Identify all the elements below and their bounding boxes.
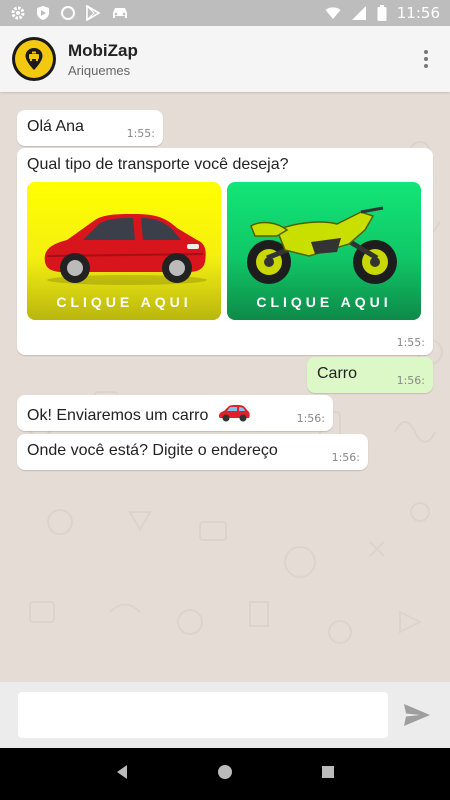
status-system: 11:56 [325,4,440,22]
battery-icon [377,5,387,21]
wifi-icon [325,5,341,21]
chat-area[interactable]: Olá Ana 1:55: Qual tipo de transporte vo… [0,92,450,682]
message-time: 1:55: [396,336,425,349]
incoming-message[interactable]: Onde você está? Digite o endereço 1:56: [17,434,368,470]
message-time: 1:56: [331,451,360,464]
incoming-message-with-options[interactable]: Qual tipo de transporte você deseja? CLI… [17,148,433,355]
message-text: Qual tipo de transporte você deseja? [27,156,289,173]
car-icon [217,403,251,428]
home-icon[interactable] [217,764,233,785]
motorcycle-icon [247,206,397,284]
chat-title: MobiZap [68,40,138,60]
send-icon[interactable] [402,700,432,730]
message-time: 1:56: [296,412,325,425]
message-text: Carro [317,365,358,382]
message-text: Onde você está? Digite o endereço [27,442,278,459]
card-label: CLIQUE AQUI [256,294,392,310]
car-option-card[interactable]: CLIQUE AQUI [27,182,221,320]
status-time: 11:56 [396,4,440,22]
shield-icon [35,5,51,21]
taxi-logo-icon [15,40,53,78]
message-composer [0,682,450,748]
red-car-icon [44,214,207,285]
message-text: Olá Ana [27,118,84,135]
message-input[interactable] [18,692,389,738]
message-time: 1:55: [126,127,155,140]
settings-icon [10,5,26,21]
status-bar: 11:56 [0,0,450,26]
system-nav-bar [0,748,450,800]
message-text: Ok! Enviaremos um carro [27,406,209,424]
play-store-icon [85,4,101,22]
incoming-message[interactable]: Olá Ana 1:55: [17,110,163,146]
motorcycle-option-card[interactable]: CLIQUE AQUI [227,182,421,320]
incoming-message[interactable]: Ok! Enviaremos um carro 1:56: [17,395,333,431]
back-icon[interactable] [114,764,130,785]
transport-options: CLIQUE AQUI CLIQUE AQUI [27,182,423,320]
circle-icon [60,5,76,21]
signal-icon [351,5,367,21]
chat-subtitle: Ariquemes [68,62,131,78]
car-icon [110,5,130,21]
card-label: CLIQUE AQUI [56,294,192,310]
recents-icon[interactable] [320,764,336,785]
avatar[interactable] [12,37,56,81]
more-options-icon[interactable] [414,47,438,71]
outgoing-message[interactable]: Carro 1:56: [307,357,433,393]
message-time: 1:56: [396,374,425,387]
chat-header-info[interactable]: MobiZap Ariquemes [68,41,138,78]
status-notifications [10,4,130,22]
chat-header: MobiZap Ariquemes [0,26,450,92]
